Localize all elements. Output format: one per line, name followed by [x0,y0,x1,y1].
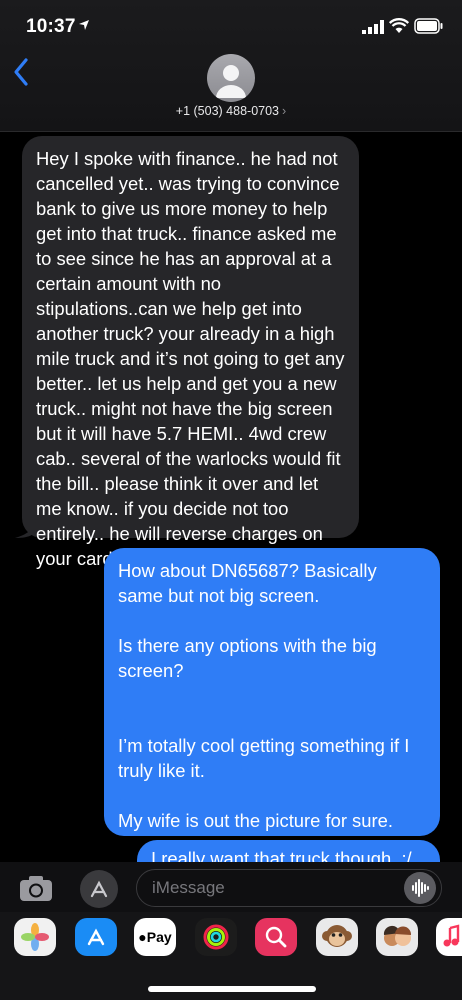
photos-icon [21,923,49,951]
memoji-app[interactable] [376,918,418,956]
image-search-icon [265,926,287,948]
person-icon [216,65,246,98]
image-search-app[interactable] [255,918,297,956]
apple-pay-app[interactable]: ● Pay [134,918,176,956]
activity-rings-icon [203,924,229,950]
contact-avatar[interactable] [207,54,255,102]
animoji-app[interactable] [316,918,358,956]
message-placeholder: iMessage [152,878,225,897]
app-store-icon [90,880,108,898]
home-indicator[interactable] [148,986,316,992]
status-time: 10:37 [26,16,76,37]
apple-pay-label: Pay [146,929,172,945]
monkey-animoji-icon [322,925,352,947]
photos-app[interactable] [14,918,56,956]
wifi-icon [389,18,409,33]
location-arrow-icon [79,20,89,30]
audio-message-button[interactable] [404,872,436,904]
received-message[interactable]: Hey I spoke with finance.. he had not ca… [22,136,359,569]
sent-message[interactable]: How about DN65687? Basically same but no… [104,548,440,836]
activity-app[interactable] [195,918,237,956]
music-app[interactable] [436,918,462,956]
app-store-app[interactable] [75,918,117,956]
back-chevron-icon[interactable] [10,56,34,88]
contact-name[interactable]: +1 (503) 488-0703 › [0,104,462,118]
battery-icon [414,18,443,34]
music-icon [443,924,460,947]
audio-waveform-icon [412,879,429,897]
contact-chevron-icon: › [282,104,287,118]
apple-pay-icon: ● [138,929,147,945]
app-store-button[interactable] [80,870,118,908]
bubble-tail [15,516,37,538]
contact-number: +1 (503) 488-0703 [175,104,280,118]
signal-icon [362,20,384,34]
memoji-icon [383,925,412,946]
app-store-icon [87,928,105,946]
camera-icon[interactable] [18,873,54,903]
